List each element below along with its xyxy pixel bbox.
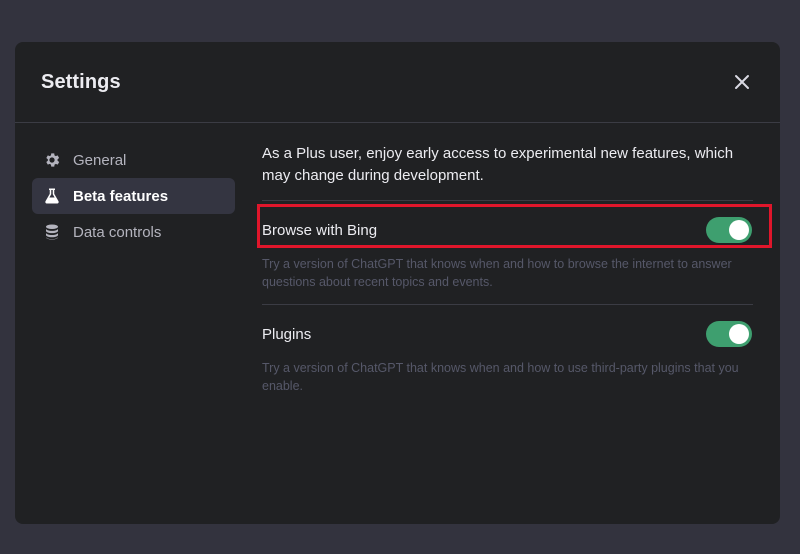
sidebar-item-data-controls[interactable]: Data controls — [32, 214, 235, 250]
database-icon — [42, 222, 62, 242]
modal-header: Settings — [15, 42, 780, 123]
feature-description: Try a version of ChatGPT that knows when… — [262, 257, 732, 289]
toggle-knob — [729, 220, 749, 240]
gear-icon — [42, 150, 62, 170]
sidebar-item-general[interactable]: General — [32, 142, 235, 178]
plugins-toggle[interactable] — [706, 321, 752, 347]
beta-features-panel: As a Plus user, enjoy early access to ex… — [257, 143, 772, 408]
feature-description: Try a version of ChatGPT that knows when… — [262, 361, 739, 393]
settings-sidebar: General Beta features Data controls — [32, 142, 235, 250]
close-button[interactable] — [732, 72, 752, 92]
modal-title: Settings — [41, 71, 121, 93]
sidebar-item-label: Beta features — [73, 187, 169, 205]
flask-icon — [42, 186, 62, 206]
browse-with-bing-toggle[interactable] — [706, 217, 752, 243]
feature-browse-with-bing: Browse with Bing Try a version of ChatGP… — [257, 201, 772, 305]
settings-modal: Settings General Beta features Data cont… — [15, 42, 780, 524]
feature-plugins: Plugins Try a version of ChatGPT that kn… — [262, 305, 753, 408]
toggle-knob — [729, 324, 749, 344]
sidebar-item-label: General — [73, 151, 127, 169]
sidebar-item-label: Data controls — [73, 223, 162, 241]
intro-text: As a Plus user, enjoy early access to ex… — [262, 143, 753, 201]
feature-label: Plugins — [262, 325, 312, 343]
sidebar-item-beta-features[interactable]: Beta features — [32, 178, 235, 214]
feature-label: Browse with Bing — [262, 221, 378, 239]
close-icon — [735, 75, 749, 89]
